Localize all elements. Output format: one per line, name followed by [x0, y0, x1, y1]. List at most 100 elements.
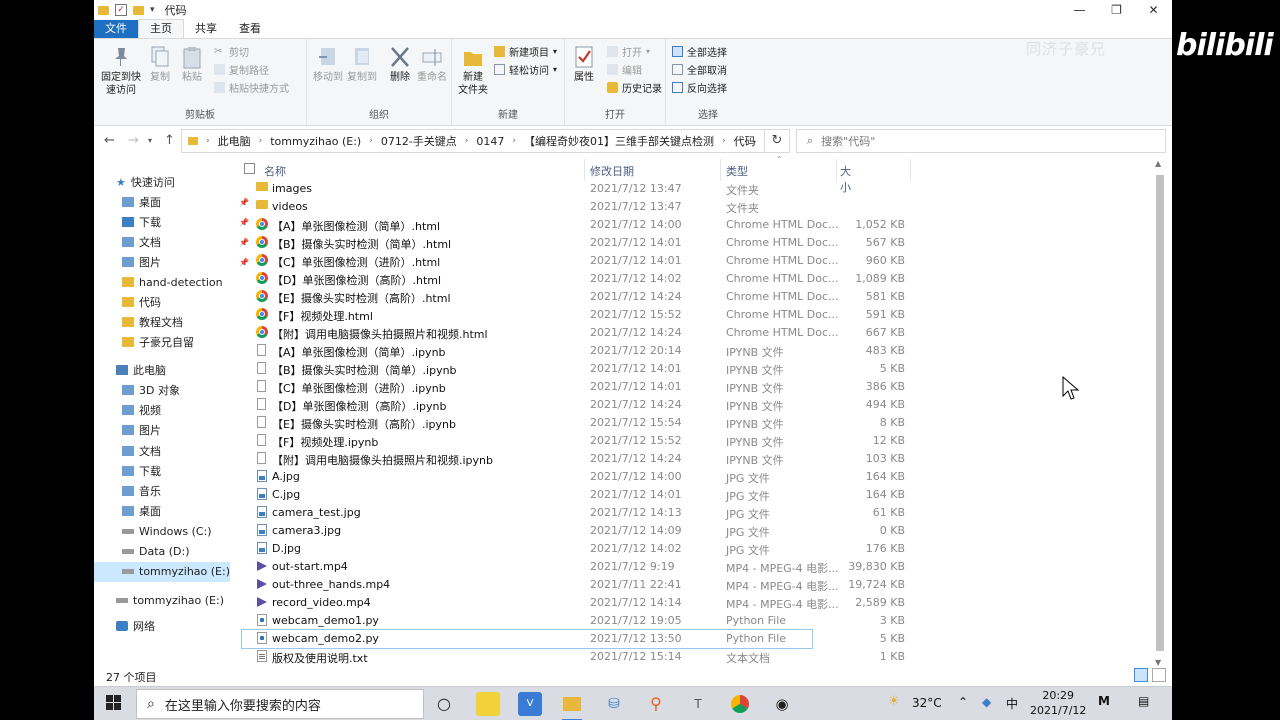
open-button[interactable]: 打开 ▾: [607, 43, 650, 59]
address-dropdown-chevron-icon[interactable]: ⌄: [750, 136, 758, 146]
search-input[interactable]: ⌕ 搜索"代码": [796, 129, 1166, 153]
nav-this-pc[interactable]: 此电脑: [116, 360, 166, 380]
notifications-icon[interactable]: ▤: [1138, 694, 1149, 708]
tab-file[interactable]: 文件: [94, 20, 138, 38]
easy-access-button[interactable]: 轻松访问 ▾: [494, 61, 557, 77]
new-folder-button[interactable]: 新建 文件夹: [456, 45, 490, 97]
file-row[interactable]: 【E】摄像头实时检测（高阶）.html 2021/7/12 14:24 Chrome…: [242, 288, 905, 306]
file-row[interactable]: record_video.mp4 2021/7/12 14:14 MP4 - MPE…: [242, 594, 905, 612]
sidebar-item-quick-0[interactable]: 桌面 📌: [122, 192, 249, 212]
file-row[interactable]: 【B】摄像头实时检测（简单）.ipynb 2021/7/12 14:01 IPYNB…: [242, 360, 905, 378]
column-divider[interactable]: [584, 159, 585, 181]
security-icon[interactable]: ◆: [982, 695, 991, 709]
recent-locations-chevron-icon[interactable]: ▾: [148, 136, 152, 145]
tray-expand-chevron-icon[interactable]: ⌃: [958, 695, 968, 709]
file-row[interactable]: 【A】单张图像检测（简单）.ipynb 2021/7/12 20:14 IPYNB …: [242, 342, 905, 360]
search-magnifier-app-icon[interactable]: ⚲: [644, 692, 668, 716]
vertical-scrollbar[interactable]: ▲ ▼: [1154, 157, 1166, 667]
sidebar-item-quick-2[interactable]: 文档 📌: [122, 232, 249, 252]
nav-network[interactable]: 网络: [116, 616, 155, 636]
file-row[interactable]: C.jpg 2021/7/12 14:01 JPG 文件 164 KB: [242, 486, 905, 504]
forward-arrow-icon[interactable]: →: [128, 133, 139, 148]
column-header-date[interactable]: 修改日期: [590, 163, 634, 179]
file-row[interactable]: 【附】调用电脑摄像头拍摄照片和视频.ipynb 2021/7/12 14:24 IP…: [242, 450, 905, 468]
ime-indicator[interactable]: 中: [1006, 695, 1018, 712]
file-row[interactable]: 版权及使用说明.txt 2021/7/12 15:14 文本文档 1 KB: [242, 648, 905, 666]
file-row[interactable]: 【F】视频处理.ipynb 2021/7/12 15:52 IPYNB 文件 12 K…: [242, 432, 905, 450]
file-row[interactable]: 【D】单张图像检测（高阶）.html 2021/7/12 14:02 Chrome …: [242, 270, 905, 288]
nav-quick-access[interactable]: ★ 快速访问: [116, 172, 175, 192]
properties-check-icon[interactable]: ✓: [115, 4, 127, 16]
nav-drive-e-root[interactable]: tommyzihao (E:): [116, 590, 224, 610]
sidebar-item-pc-2[interactable]: 图片: [116, 420, 161, 440]
new-item-button[interactable]: 新建项目 ▾: [494, 43, 557, 59]
file-row[interactable]: 【附】调用电脑摄像头拍摄照片和视频.html 2021/7/12 14:24 Chr…: [242, 324, 905, 342]
breadcrumb-0147[interactable]: 0147: [476, 135, 504, 148]
sidebar-item-quick-3[interactable]: 图片 📌: [122, 252, 249, 272]
obs-app-icon[interactable]: ◉: [770, 692, 794, 716]
large-icons-view-button[interactable]: [1152, 668, 1166, 682]
select-all-button[interactable]: 全部选择: [672, 43, 727, 59]
sidebar-item-quick-7[interactable]: 子豪兄自留: [122, 332, 194, 352]
weather-icon[interactable]: ☀: [888, 694, 900, 709]
move-to-button[interactable]: 移动到: [313, 45, 343, 84]
taskbar-clock[interactable]: 20:29 2021/7/12: [1030, 688, 1086, 718]
address-bar[interactable]: › 此电脑 › tommyzihao (E:) › 0712-手关键点 › 01…: [181, 129, 765, 153]
column-header-name[interactable]: 名称: [264, 163, 286, 179]
pin-quick-access-button[interactable]: 固定到快 速访问: [98, 45, 144, 97]
network-share-app-icon[interactable]: ⛁: [602, 692, 626, 716]
file-row[interactable]: 【D】单张图像检测（高阶）.ipynb 2021/7/12 14:24 IPYNB …: [242, 396, 905, 414]
paste-button[interactable]: 粘贴: [178, 45, 206, 84]
sidebar-item-quick-5[interactable]: 代码: [122, 292, 161, 312]
file-row[interactable]: 【A】单张图像检测（简单）.html 2021/7/12 14:00 Chrome …: [242, 216, 905, 234]
paste-shortcut-button[interactable]: 粘贴快捷方式: [214, 79, 289, 95]
sticky-notes-app-icon[interactable]: [476, 692, 500, 716]
select-none-button[interactable]: 全部取消: [672, 61, 727, 77]
input-method-icon[interactable]: M: [1098, 694, 1110, 708]
copy-to-button[interactable]: 复制到: [347, 45, 377, 84]
file-row[interactable]: out-start.mp4 2021/7/12 9:19 MP4 - MPEG-4 …: [242, 558, 905, 576]
properties-button[interactable]: 属性: [571, 45, 597, 84]
maximize-button[interactable]: ❐: [1098, 0, 1135, 20]
typora-app-icon[interactable]: T: [686, 692, 710, 716]
file-row[interactable]: webcam_demo2.py 2021/7/12 13:50 Python Fil…: [241, 629, 905, 649]
breadcrumb-drive-e[interactable]: tommyzihao (E:): [270, 135, 361, 148]
column-divider[interactable]: [910, 159, 911, 181]
file-row[interactable]: camera3.jpg 2021/7/12 14:09 JPG 文件 0 KB: [242, 522, 905, 540]
invert-selection-button[interactable]: 反向选择: [672, 79, 727, 95]
rename-button[interactable]: 重命名: [417, 45, 447, 84]
sidebar-item-pc-6[interactable]: 桌面: [116, 501, 161, 521]
file-row[interactable]: 【B】摄像头实时检测（简单）.html 2021/7/12 14:01 Chrome…: [242, 234, 905, 252]
file-row[interactable]: D.jpg 2021/7/12 14:02 JPG 文件 176 KB: [242, 540, 905, 558]
chrome-app-icon[interactable]: [728, 692, 752, 716]
sidebar-item-pc-9[interactable]: tommyzihao (E:): [94, 561, 230, 582]
copy-path-button[interactable]: 复制路径: [214, 61, 269, 77]
scroll-up-arrow-icon[interactable]: ▲: [1155, 159, 1161, 168]
windows-start-button[interactable]: [106, 695, 122, 711]
taskbar-search-box[interactable]: ⌕ 在这里输入你要搜索的内容: [136, 689, 424, 719]
edit-button[interactable]: 编辑: [607, 61, 642, 77]
file-explorer-app-icon[interactable]: [560, 692, 584, 720]
select-all-checkbox[interactable]: [244, 163, 255, 174]
breadcrumb-0712[interactable]: 0712-手关键点: [381, 133, 457, 149]
copy-button[interactable]: 复制: [146, 45, 174, 84]
breadcrumb-project[interactable]: 【编程奇妙夜01】三维手部关键点检测: [524, 133, 714, 149]
file-row[interactable]: 【E】摄像头实时检测（高阶）.ipynb 2021/7/12 15:54 IPYNB…: [242, 414, 905, 432]
sidebar-item-quick-6[interactable]: 教程文档: [122, 312, 183, 332]
file-row[interactable]: webcam_demo1.py 2021/7/12 19:05 Python Fil…: [242, 612, 905, 630]
details-view-button[interactable]: [1134, 668, 1148, 682]
tab-share[interactable]: 共享: [184, 20, 228, 38]
sidebar-item-quick-1[interactable]: 下载 📌: [122, 212, 249, 232]
weather-temperature[interactable]: 32°C: [912, 696, 942, 710]
column-header-size[interactable]: 大小: [840, 163, 851, 195]
column-header-type[interactable]: 类型: [726, 163, 748, 179]
column-divider[interactable]: [720, 159, 721, 181]
cortana-circle-icon[interactable]: ○: [432, 692, 456, 716]
sidebar-item-pc-1[interactable]: 视频: [116, 400, 161, 420]
file-row[interactable]: A.jpg 2021/7/12 14:00 JPG 文件 164 KB: [242, 468, 905, 486]
back-arrow-icon[interactable]: ←: [104, 133, 115, 148]
sidebar-item-pc-7[interactable]: Windows (C:): [116, 521, 212, 541]
sidebar-item-pc-4[interactable]: 下载: [116, 461, 161, 481]
file-row[interactable]: images 2021/7/12 13:47 文件夹: [242, 180, 812, 198]
vscode-app-icon[interactable]: V: [518, 692, 542, 716]
